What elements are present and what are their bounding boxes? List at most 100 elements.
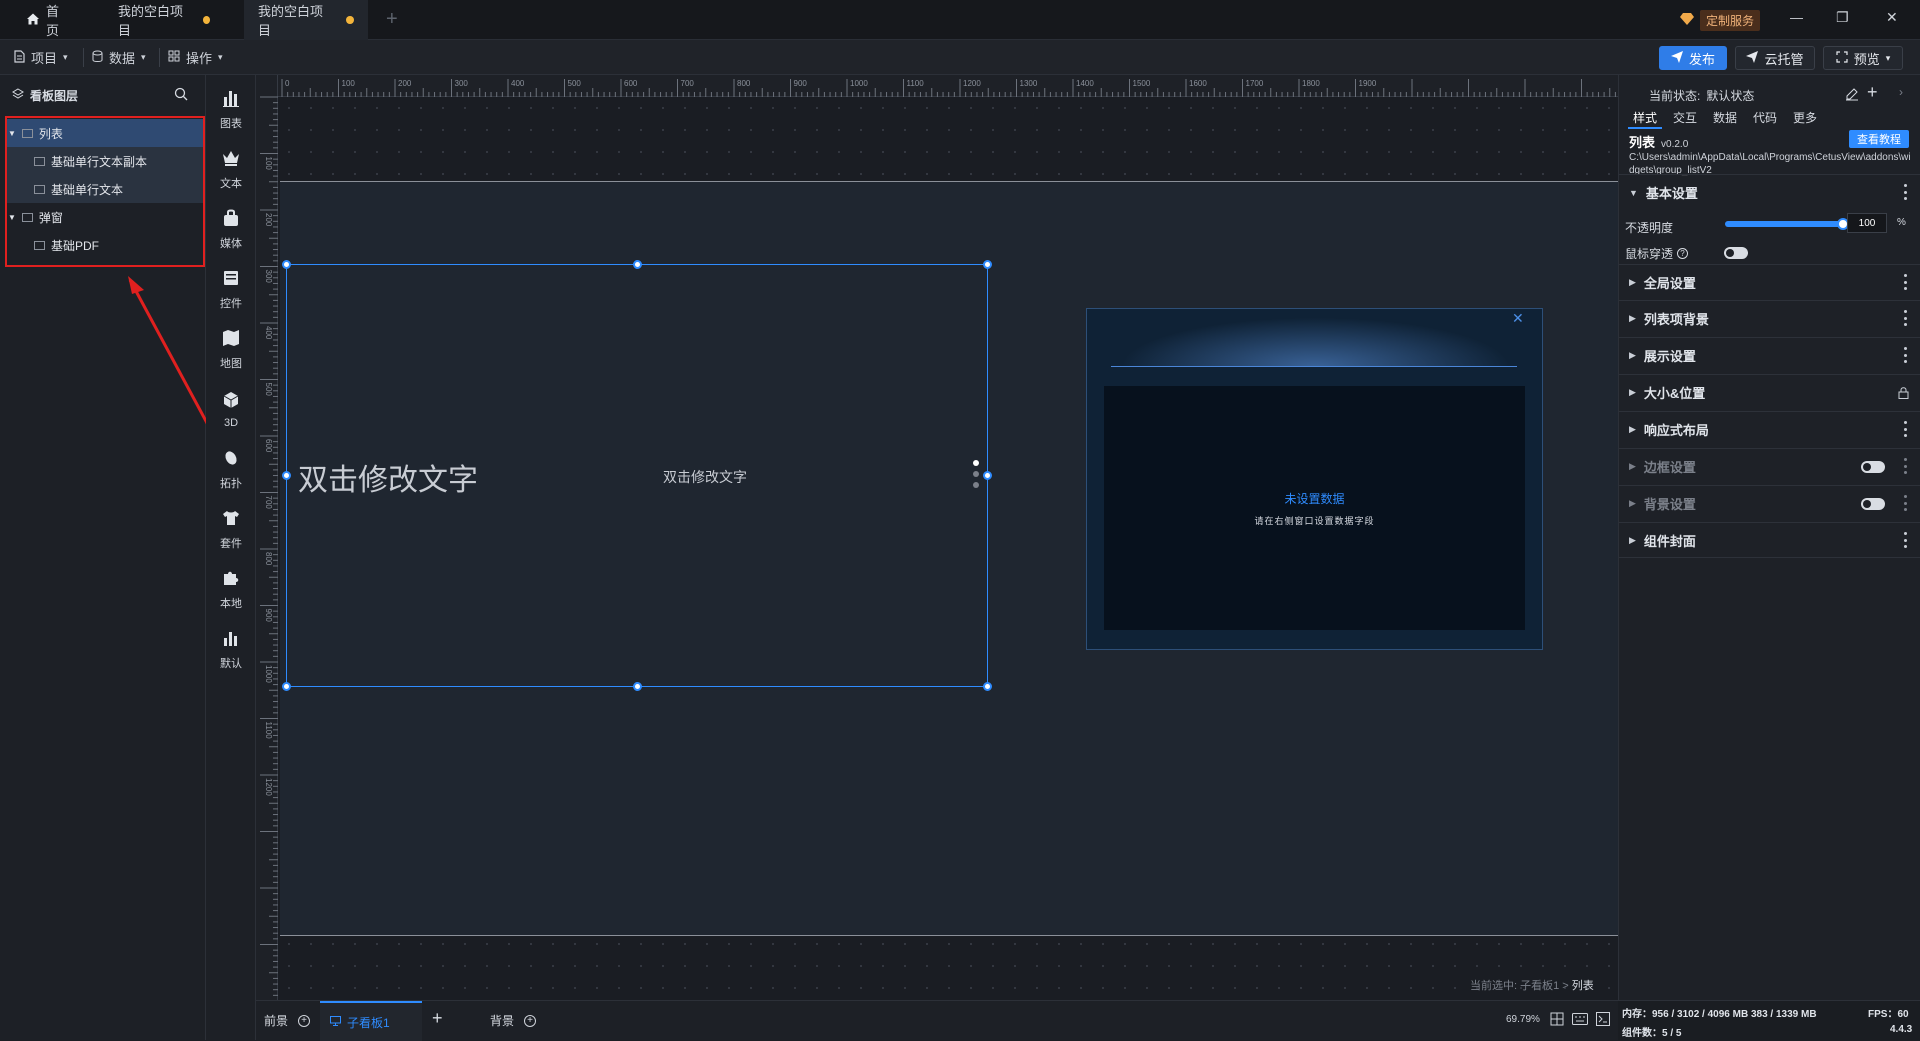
restore-button[interactable]: ❐ [1836, 9, 1849, 26]
add-board-button[interactable]: + [432, 1008, 443, 1029]
popup-header-line [1111, 366, 1517, 367]
mouse-through-toggle[interactable] [1724, 247, 1748, 259]
section-responsive[interactable]: ▶ 响应式布局 [1619, 411, 1920, 447]
section-basic[interactable]: ▼ 基本设置 [1619, 174, 1920, 210]
tab-style[interactable]: 样式 [1633, 109, 1657, 126]
component-title: 列表 v0.2.0 [1629, 132, 1688, 151]
resize-handle-r[interactable] [983, 471, 992, 480]
section-global[interactable]: ▶ 全局设置 [1619, 264, 1920, 300]
section-size-position[interactable]: ▶ 大小&位置 [1619, 374, 1920, 410]
ruler-label: 1100 [907, 79, 925, 88]
add-circle-icon[interactable]: + [524, 1014, 537, 1027]
zoom-level[interactable]: 69.79% [1506, 1014, 1540, 1025]
more-vertical-icon[interactable] [1904, 495, 1907, 511]
more-vertical-icon[interactable] [1904, 458, 1907, 474]
send-icon [1746, 50, 1759, 66]
more-vertical-icon[interactable] [1904, 347, 1907, 363]
tab-foreground[interactable]: 前景 + [264, 1012, 311, 1029]
menu-operation[interactable]: 操作 ▾ [168, 40, 223, 75]
tab-more[interactable]: 更多 [1793, 109, 1817, 126]
opacity-input[interactable]: 100 [1847, 213, 1887, 233]
help-icon[interactable]: ? [1677, 248, 1689, 259]
monitor-icon [330, 1015, 341, 1029]
close-button[interactable]: ✕ [1886, 9, 1898, 26]
toolbar-default[interactable]: 默认 [206, 621, 256, 677]
cloud-host-button[interactable]: 云托管 [1735, 46, 1815, 70]
toolbar-kit[interactable]: 套件 [206, 501, 256, 557]
more-vertical-icon[interactable] [1904, 421, 1907, 437]
popup-close-icon[interactable]: ✕ [1512, 310, 1524, 327]
more-vertical-icon[interactable] [1904, 274, 1907, 290]
status-bar: 内存：956 / 3102 / 4096 MB 383 / 1339 MB FP… [1618, 1000, 1920, 1040]
border-toggle[interactable] [1861, 461, 1885, 473]
section-display[interactable]: ▶ 展示设置 [1619, 337, 1920, 373]
toolbar-3d[interactable]: 3D [206, 381, 256, 437]
tutorial-button[interactable]: 查看教程 [1849, 130, 1909, 148]
big-text-widget[interactable]: 双击修改文字 [298, 455, 478, 499]
ruler-label: 200 [264, 213, 273, 227]
section-border[interactable]: ▶ 边框设置 [1619, 448, 1920, 484]
toolbar-chart[interactable]: 图表 [206, 81, 256, 137]
terminal-icon[interactable] [1596, 1012, 1610, 1029]
opacity-slider[interactable] [1725, 218, 1849, 230]
drag-handle-dots[interactable] [973, 460, 979, 488]
more-vertical-icon[interactable] [1904, 532, 1907, 548]
background-toggle[interactable] [1861, 498, 1885, 510]
layers-title: 看板图层 [30, 89, 79, 103]
pdf-widget[interactable]: 未设置数据 请在右侧窗口设置数据字段 [1104, 386, 1525, 630]
tab-project-2[interactable]: 我的空白项目 [244, 0, 368, 40]
section-list-item-bg[interactable]: ▶ 列表项背景 [1619, 300, 1920, 336]
add-circle-icon[interactable]: + [298, 1014, 311, 1027]
fit-screen-icon[interactable] [1550, 1012, 1564, 1029]
toolbar-map[interactable]: 地图 [206, 321, 256, 377]
list-component[interactable]: 双击修改文字 双击修改文字 [282, 260, 992, 691]
menu-project[interactable]: 项目 ▾ [14, 40, 68, 75]
tab-home[interactable]: 首页 [12, 0, 82, 40]
more-vertical-icon[interactable] [1904, 310, 1907, 326]
resize-handle-tl[interactable] [282, 260, 291, 269]
resize-handle-br[interactable] [983, 682, 992, 691]
keyboard-icon[interactable] [1572, 1013, 1588, 1028]
small-text-widget[interactable]: 双击修改文字 [663, 467, 747, 487]
minimize-button[interactable]: — [1790, 10, 1803, 25]
menu-data[interactable]: 数据 ▾ [92, 40, 146, 75]
publish-button[interactable]: 发布 [1659, 46, 1727, 70]
resize-handle-t[interactable] [633, 260, 642, 269]
resize-handle-l[interactable] [282, 471, 291, 480]
preview-button[interactable]: 预览 ▾ [1823, 46, 1903, 70]
sub-board[interactable]: 双击修改文字 双击修改文字 ✕ 未设置数据 请在右侧窗口设置数据字段 [280, 181, 1618, 936]
tab-label: 首页 [46, 4, 60, 38]
resize-handle-bl[interactable] [282, 682, 291, 691]
section-cover[interactable]: ▶ 组件封面 [1619, 522, 1920, 558]
tab-sub-board[interactable]: 子看板1 [320, 1001, 422, 1041]
lock-icon[interactable] [1898, 386, 1909, 402]
search-icon[interactable] [174, 87, 188, 104]
toolbar-control[interactable]: 控件 [206, 261, 256, 317]
tab-data[interactable]: 数据 [1713, 109, 1737, 126]
custom-service-button[interactable]: 定制服务 [1680, 10, 1761, 31]
popup-component[interactable]: ✕ 未设置数据 请在右侧窗口设置数据字段 [1086, 308, 1544, 650]
highlight-box [5, 116, 205, 267]
toolbar-local[interactable]: 本地 [206, 561, 256, 617]
section-background[interactable]: ▶ 背景设置 [1619, 485, 1920, 521]
ruler-label: 700 [264, 496, 273, 510]
toolbar-text[interactable]: 文本 [206, 141, 256, 197]
toolbar-media[interactable]: 媒体 [206, 201, 256, 257]
resize-handle-tr[interactable] [983, 260, 992, 269]
canvas-stage[interactable]: 双击修改文字 双击修改文字 ✕ 未设置数据 请在右侧窗口设置数据字段 当前选中:… [278, 97, 1618, 1000]
active-tab-underline [1628, 127, 1662, 129]
resize-handle-b[interactable] [633, 682, 642, 691]
more-vertical-icon[interactable] [1904, 184, 1907, 200]
tab-interaction[interactable]: 交互 [1673, 109, 1697, 126]
mouse-through-row: 鼠标穿透 ? [1625, 245, 1689, 262]
ruler-label: 400 [511, 79, 525, 88]
ruler-label: 1400 [1076, 79, 1094, 88]
toolbar-topology[interactable]: 拓扑 [206, 441, 256, 497]
tab-project-1[interactable]: 我的空白项目 [104, 0, 224, 40]
chevron-down-icon: ▾ [63, 52, 68, 62]
unsaved-dot [346, 16, 354, 24]
new-tab-button[interactable]: + [386, 8, 398, 31]
tab-code[interactable]: 代码 [1753, 109, 1777, 126]
tab-background[interactable]: 背景 + [490, 1012, 537, 1029]
layers-icon [12, 88, 24, 103]
